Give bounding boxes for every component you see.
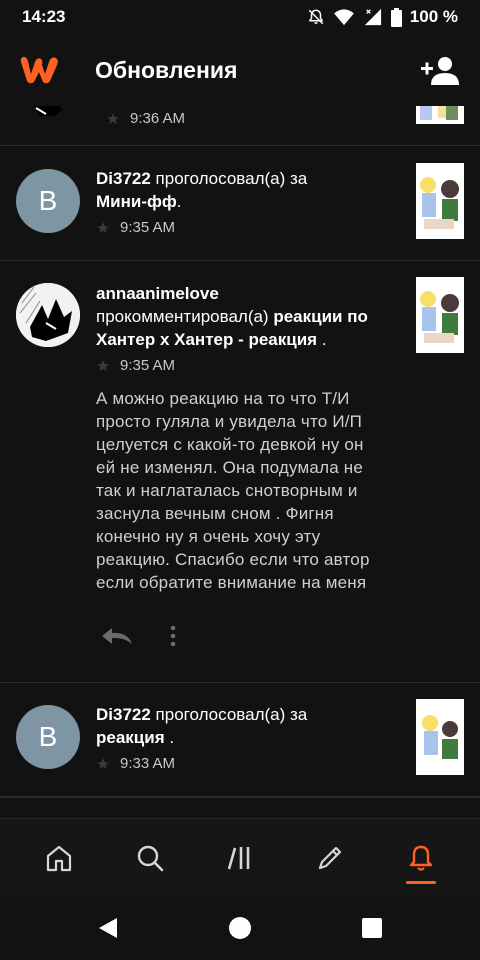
- notifications-feed[interactable]: 9:36 AM B Di3722 проголосовал(а) за Мини…: [0, 106, 480, 818]
- add-user-button[interactable]: [416, 46, 464, 94]
- user-name[interactable]: Di3722: [96, 169, 151, 188]
- story-cover[interactable]: [416, 699, 464, 775]
- nav-write[interactable]: [300, 828, 360, 888]
- story-link[interactable]: Мини-фф: [96, 192, 177, 211]
- item-time-row: 9:33 AM: [96, 755, 400, 772]
- nav-library[interactable]: [210, 828, 270, 888]
- user-name[interactable]: annaanimelove: [96, 284, 219, 303]
- comment-actions: [100, 625, 176, 652]
- item-time: 9:36 AM: [130, 110, 186, 127]
- action-text: проголосовал(а) за: [150, 169, 308, 188]
- feed-item-partial-bottom: [0, 797, 480, 818]
- item-time-row: 9:35 AM: [96, 219, 400, 236]
- item-body: Di3722 проголосовал(а) за Мини-фф. 9:35 …: [96, 167, 400, 236]
- home-circle-icon: [229, 917, 251, 939]
- comment-text: А можно реакцию на то что Т/И просто гул…: [96, 389, 370, 592]
- home-icon: [47, 845, 72, 871]
- reply-icon[interactable]: [100, 626, 134, 651]
- nav-search[interactable]: [120, 828, 180, 888]
- nav-home[interactable]: [29, 828, 89, 888]
- status-bar: 14:23 100 %: [0, 0, 480, 34]
- action-text: прокомментировал(а): [96, 307, 274, 326]
- app-bar: Обновления: [0, 34, 480, 106]
- avatar-letter: B: [38, 721, 58, 752]
- item-time-row: 9:36 AM: [106, 110, 185, 127]
- suffix: .: [176, 192, 182, 211]
- recents-button[interactable]: [354, 910, 390, 946]
- feed-item-partial[interactable]: 9:36 AM: [0, 106, 480, 146]
- item-time-row: 9:35 AM: [96, 357, 400, 374]
- status-time: 14:23: [22, 7, 66, 26]
- add-user-icon: [421, 57, 459, 85]
- recents-icon: [362, 918, 382, 938]
- page-title: Обновления: [95, 56, 238, 83]
- home-button[interactable]: [222, 910, 258, 946]
- story-cover[interactable]: [416, 163, 464, 239]
- feed-item[interactable]: B Di3722 проголосовал(а) за реакция . 9:…: [0, 683, 480, 797]
- notification-text: Di3722 проголосовал(а) за Мини-фф.: [96, 167, 400, 213]
- notification-text: Di3722 проголосовал(а) за реакция .: [96, 703, 400, 749]
- feed-item[interactable]: B Di3722 проголосовал(а) за Мини-фф. 9:3…: [0, 147, 480, 261]
- battery-percent: 100 %: [409, 7, 458, 26]
- story-cover[interactable]: [416, 277, 464, 353]
- bottom-nav: [0, 818, 480, 896]
- notification-text: annaanimelove прокомментировал(а) реакци…: [96, 282, 400, 351]
- user-avatar[interactable]: B: [16, 705, 80, 769]
- story-cover[interactable]: [416, 106, 464, 124]
- action-text: проголосовал(а) за: [150, 705, 308, 724]
- signal-icon: [363, 8, 383, 26]
- mute-icon: [307, 8, 325, 26]
- avatar-letter: B: [38, 185, 58, 216]
- user-avatar[interactable]: [16, 283, 80, 347]
- feed-item-comment[interactable]: annaanimelove прокомментировал(а) реакци…: [0, 261, 480, 683]
- nav-notifications[interactable]: [391, 828, 451, 888]
- item-body: Di3722 проголосовал(а) за реакция . 9:33…: [96, 703, 400, 772]
- search-icon: [137, 845, 163, 871]
- user-name[interactable]: Di3722: [96, 705, 151, 724]
- active-tab-indicator: [405, 880, 436, 884]
- item-body: annaanimelove прокомментировал(а) реакци…: [96, 282, 400, 374]
- user-avatar: [16, 106, 78, 122]
- back-icon: [99, 918, 117, 938]
- library-icon: [227, 846, 250, 869]
- star-icon: [106, 112, 120, 126]
- user-avatar[interactable]: B: [16, 169, 80, 233]
- item-time: 9:35 AM: [120, 219, 176, 236]
- system-nav: [0, 896, 480, 960]
- story-link[interactable]: реакция: [96, 728, 165, 747]
- item-time: 9:33 AM: [120, 755, 176, 772]
- star-icon: [96, 757, 110, 771]
- star-icon: [96, 221, 110, 235]
- star-icon: [96, 359, 110, 373]
- suffix: .: [317, 330, 327, 349]
- wifi-icon: [333, 8, 355, 26]
- battery-icon: [390, 7, 402, 27]
- write-icon: [319, 846, 342, 869]
- wattpad-logo-icon[interactable]: [16, 47, 62, 93]
- more-options-icon[interactable]: [170, 625, 176, 652]
- back-button[interactable]: [90, 910, 126, 946]
- suffix: .: [164, 728, 175, 747]
- notifications-icon: [409, 845, 432, 871]
- item-time: 9:35 AM: [120, 357, 176, 374]
- status-icons: 100 %: [307, 7, 458, 27]
